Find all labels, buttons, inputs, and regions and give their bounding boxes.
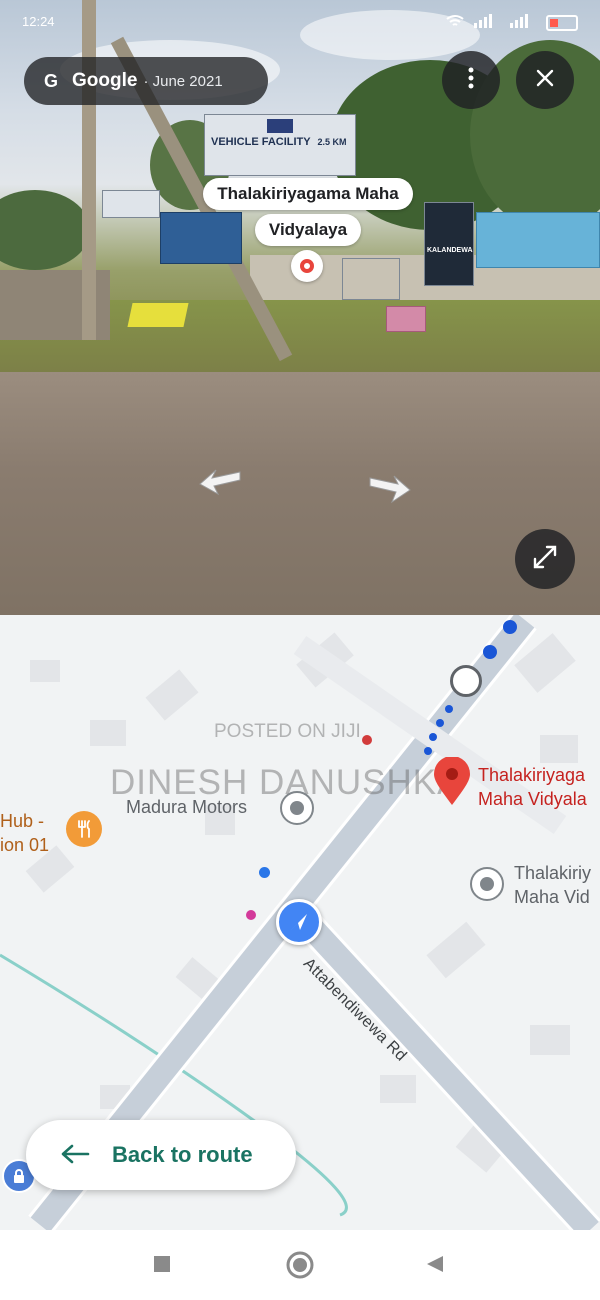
- madura-motors-label: Madura Motors: [126, 797, 248, 817]
- school-label-line2: Maha Vid: [514, 887, 590, 907]
- street-view-panel[interactable]: VEHICLE FACILITY 2.5 KM KALANDEWA 12:24 …: [0, 0, 600, 615]
- sign-distance: 2.5 KM: [317, 137, 347, 147]
- hub-label: Hub - ion 01: [0, 809, 49, 857]
- home-button[interactable]: [285, 1250, 315, 1285]
- map-marker-dot: [246, 910, 256, 920]
- watermark-posted: POSTED ON JIJI: [214, 721, 361, 742]
- place-label-line2: Vidyalaya: [254, 214, 362, 246]
- back-to-route-label: Back to route: [112, 1142, 253, 1167]
- map-panel[interactable]: POSTED ON JIJI DINESH DANUSHKA Thalakiri…: [0, 615, 600, 1230]
- recents-button[interactable]: [152, 1254, 172, 1279]
- nav-arrow-left[interactable]: [198, 468, 242, 501]
- map-marker-dot: [362, 735, 372, 745]
- place-label[interactable]: Thalakiriyagama Maha Vidyalaya: [184, 176, 432, 248]
- route-dot: [503, 620, 517, 634]
- road-sign: VEHICLE FACILITY 2.5 KM: [204, 114, 356, 176]
- small-sign: [102, 190, 160, 218]
- capture-date: · June 2021: [143, 72, 223, 90]
- sign-main-text: VEHICLE FACILITY: [211, 136, 311, 148]
- route-dot: [259, 867, 270, 878]
- route-dot: [424, 747, 432, 755]
- back-triangle-icon: [427, 1256, 443, 1272]
- google-date-pill[interactable]: G Google · June 2021: [24, 57, 268, 105]
- destination-pin-icon[interactable]: [432, 756, 472, 812]
- school-label: Thalakiriy Maha Vid: [514, 861, 591, 909]
- road-surface: [0, 372, 600, 615]
- location-pin-icon[interactable]: [291, 250, 323, 282]
- yellow-sign: [127, 303, 189, 327]
- utility-pole: [82, 0, 96, 340]
- destination-label-line1: Thalakiriyaga: [478, 765, 586, 785]
- fullscreen-button[interactable]: [515, 529, 575, 589]
- destination-label-line2: Maha Vidyala: [478, 789, 587, 809]
- hub-label-line1: Hub -: [0, 811, 45, 831]
- close-icon: [536, 69, 554, 92]
- recents-square-icon: [154, 1256, 170, 1272]
- route-dot: [429, 733, 437, 741]
- fullscreen-icon: [532, 544, 558, 575]
- route-dot: [436, 719, 444, 727]
- signal-icon: [474, 14, 500, 31]
- restaurant-icon[interactable]: [66, 811, 102, 847]
- tree: [0, 190, 90, 270]
- place-label-line1: Thalakiriyagama Maha: [203, 178, 413, 210]
- place-marker-icon[interactable]: [470, 867, 504, 901]
- google-brand-text: Google: [72, 70, 138, 91]
- place-marker-icon[interactable]: [280, 791, 314, 825]
- back-to-route-button[interactable]: Back to route: [26, 1120, 296, 1190]
- back-button[interactable]: [425, 1254, 445, 1279]
- hub-label-line2: ion 01: [0, 835, 50, 855]
- school-label-line1: Thalakiriy: [514, 863, 592, 883]
- navigation-arrow-icon[interactable]: [276, 899, 322, 945]
- signal-icon-2: [510, 14, 536, 31]
- route-dot: [483, 645, 497, 659]
- pink-sign: [386, 306, 426, 332]
- street-view-position-icon[interactable]: [450, 665, 482, 697]
- google-g-icon: G: [43, 70, 58, 91]
- sign-logo: [267, 119, 293, 133]
- destination-label: Thalakiriyaga Maha Vidyala: [478, 763, 587, 811]
- status-icons: [446, 14, 578, 31]
- system-navigation-bar: [0, 1230, 600, 1300]
- wifi-icon: [446, 14, 464, 31]
- close-button[interactable]: [516, 51, 574, 109]
- more-options-button[interactable]: [442, 51, 500, 109]
- billboard: [476, 212, 600, 268]
- more-vertical-icon: [468, 67, 474, 94]
- wall-plaque: [342, 258, 400, 300]
- battery-icon: [546, 14, 578, 31]
- home-circle-icon: [286, 1251, 314, 1279]
- route-dot: [445, 705, 453, 713]
- status-bar: 12:24: [22, 14, 578, 38]
- arrow-left-icon: [60, 1142, 90, 1168]
- status-time: 12:24: [22, 14, 55, 29]
- nav-arrow-right[interactable]: [368, 474, 412, 509]
- kalandewa-sign-text: KALANDEWA: [427, 247, 473, 254]
